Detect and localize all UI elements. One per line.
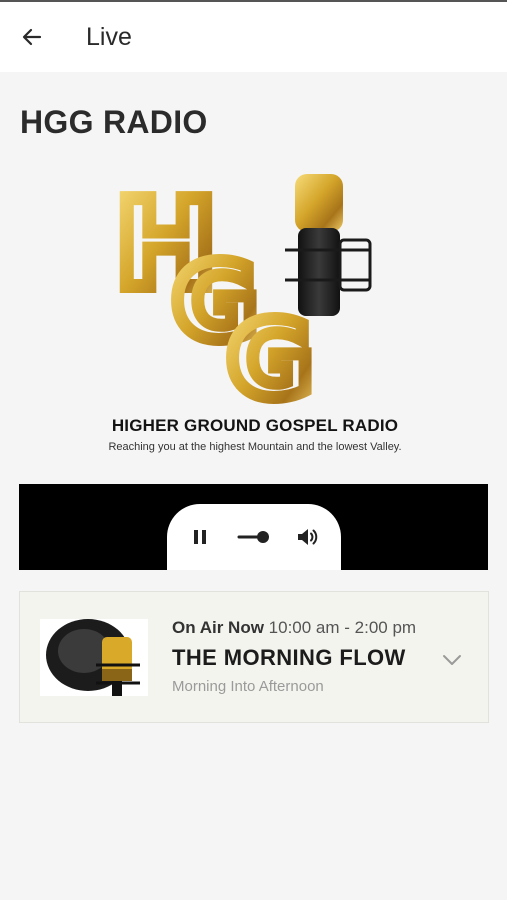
volume-slider[interactable] — [237, 526, 271, 548]
show-subtitle: Morning Into Afternoon — [172, 678, 324, 695]
on-air-line: On Air Now 10:00 am - 2:00 pm — [172, 618, 416, 638]
arrow-left-icon — [22, 28, 42, 46]
volume-button[interactable] — [295, 526, 319, 548]
station-logo: H G G HIGHER GROUND GOSPEL RADIO Reachin… — [70, 168, 440, 468]
player-controls — [167, 504, 341, 570]
show-title: THE MORNING FLOW — [172, 645, 406, 670]
volume-icon — [298, 529, 318, 545]
station-tagline: Reaching you at the highest Mountain and… — [108, 441, 402, 453]
on-air-label: On Air Now — [172, 618, 264, 637]
logo-letter-g2: G — [227, 299, 312, 413]
pause-button[interactable] — [189, 526, 211, 548]
app-bar: Live — [0, 2, 507, 72]
slider-handle-icon — [237, 531, 269, 543]
expand-button[interactable] — [440, 648, 464, 672]
station-name: HIGHER GROUND GOSPEL RADIO — [111, 416, 399, 435]
now-playing-card[interactable]: On Air Now 10:00 am - 2:00 pm THE MORNIN… — [19, 591, 489, 723]
mic-head — [295, 174, 343, 232]
hgg-logo-graphic: H G G — [109, 169, 372, 428]
app-bar-title: Live — [86, 22, 132, 51]
show-time: 10:00 am - 2:00 pm — [268, 618, 417, 637]
show-thumbnail — [40, 619, 148, 696]
microphone-image — [40, 619, 148, 696]
chevron-down-icon — [443, 655, 461, 665]
pause-icon — [194, 530, 206, 544]
back-button[interactable] — [18, 23, 46, 51]
page-title: HGG RADIO — [20, 104, 208, 140]
audio-player — [19, 484, 488, 570]
